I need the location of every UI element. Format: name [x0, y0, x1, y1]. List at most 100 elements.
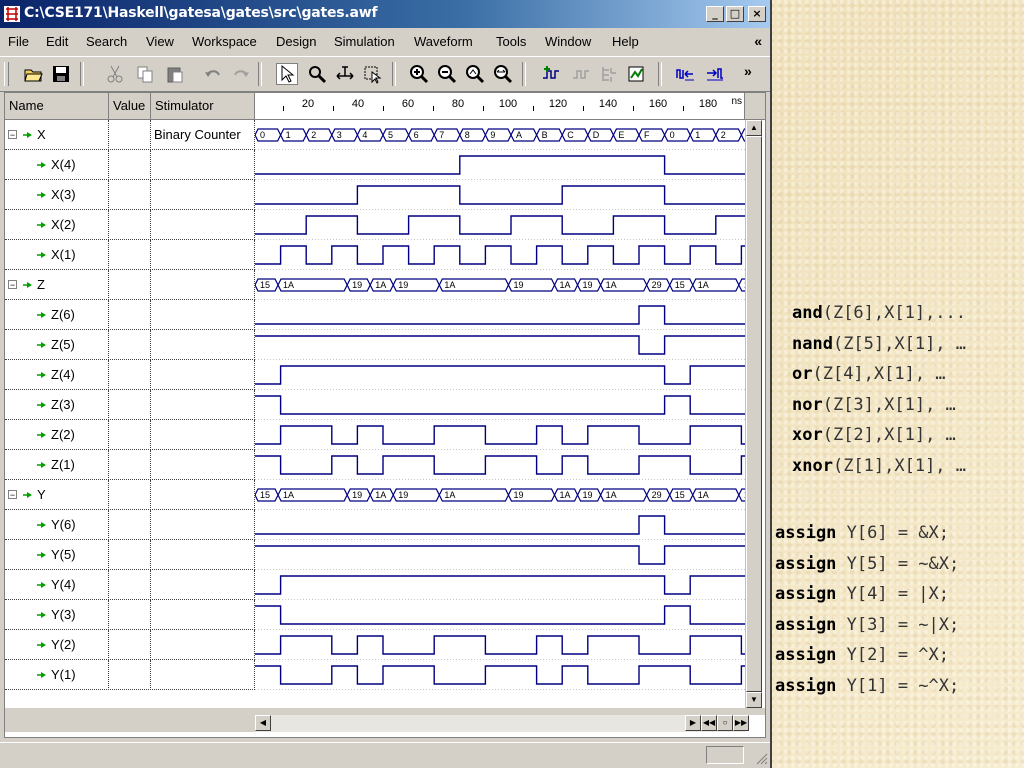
resize-grip-icon[interactable] [754, 751, 768, 765]
signal-row[interactable]: − Y [5, 480, 255, 510]
signal-name-cell[interactable]: Z(1) [5, 450, 109, 480]
signal-stimulator-cell[interactable] [151, 210, 255, 240]
collapse-icon[interactable]: − [8, 280, 17, 290]
zoom-in-icon[interactable] [408, 63, 430, 85]
signal-name-cell[interactable]: Y(4) [5, 570, 109, 600]
menu-waveform[interactable]: Waveform [414, 34, 473, 49]
scroll-thumb[interactable] [746, 136, 762, 692]
paste-icon[interactable] [164, 63, 186, 85]
go-start-button[interactable]: ◀◀ [701, 715, 717, 731]
signal-name-cell[interactable]: Y(3) [5, 600, 109, 630]
hierarchy-icon[interactable] [598, 63, 620, 85]
close-button[interactable]: × [748, 6, 766, 22]
run-until-icon[interactable] [704, 63, 726, 85]
signal-row[interactable]: − X Binary Counter [5, 120, 255, 150]
undo-icon[interactable] [202, 63, 224, 85]
zoom-out-icon[interactable] [436, 63, 458, 85]
signal-row[interactable]: Z(5) [5, 330, 255, 360]
go-cursor-button[interactable]: ○ [717, 715, 733, 731]
copy-icon[interactable] [134, 63, 156, 85]
toolbar-grip[interactable] [4, 62, 9, 86]
signal-row[interactable]: X(2) [5, 210, 255, 240]
signal-stimulator-cell[interactable] [151, 390, 255, 420]
menu-help[interactable]: Help [612, 34, 639, 49]
signal-row[interactable]: Y(4) [5, 570, 255, 600]
menu-edit[interactable]: Edit [46, 34, 68, 49]
signal-row[interactable]: Y(2) [5, 630, 255, 660]
signal-name-cell[interactable]: Z(3) [5, 390, 109, 420]
signal-stimulator-cell[interactable] [151, 510, 255, 540]
name-column-header[interactable]: Name [5, 93, 109, 119]
signal-stimulator-cell[interactable] [151, 570, 255, 600]
signal-name-cell[interactable]: X(1) [5, 240, 109, 270]
scroll-left-button[interactable]: ◀ [255, 715, 271, 731]
add-signal-icon[interactable] [540, 63, 562, 85]
signal-name-cell[interactable]: X(4) [5, 150, 109, 180]
horizontal-scrollbar[interactable]: ◀ [255, 715, 745, 732]
measure-icon[interactable] [334, 63, 356, 85]
value-column-header[interactable]: Value [109, 93, 151, 119]
zoom-range-icon[interactable] [492, 63, 514, 85]
signal-name-cell[interactable]: Y(2) [5, 630, 109, 660]
signal-stimulator-cell[interactable] [151, 660, 255, 690]
signal-name-cell[interactable]: − Z [5, 270, 109, 300]
redo-icon[interactable] [230, 63, 252, 85]
menu-file[interactable]: File [8, 34, 29, 49]
signal-name-cell[interactable]: X(3) [5, 180, 109, 210]
menu-view[interactable]: View [146, 34, 174, 49]
signal-name-cell[interactable]: Z(6) [5, 300, 109, 330]
signal-row[interactable]: Z(6) [5, 300, 255, 330]
signal-row[interactable]: X(4) [5, 150, 255, 180]
select-range-icon[interactable] [362, 63, 384, 85]
vertical-scrollbar[interactable]: ▲ ▼ [745, 120, 762, 708]
zoom-fit-icon[interactable] [464, 63, 486, 85]
signal-row[interactable]: Z(4) [5, 360, 255, 390]
menu-window[interactable]: Window [545, 34, 591, 49]
signal-name-cell[interactable]: X(2) [5, 210, 109, 240]
open-folder-icon[interactable] [22, 63, 44, 85]
stimulator-icon[interactable] [674, 63, 696, 85]
signal-stimulator-cell[interactable] [151, 630, 255, 660]
stimulator-column-header[interactable]: Stimulator [151, 93, 255, 119]
signal-row[interactable]: Y(3) [5, 600, 255, 630]
signal-stimulator-cell[interactable] [151, 540, 255, 570]
menu-search[interactable]: Search [86, 34, 127, 49]
signal-stimulator-cell[interactable] [151, 480, 255, 510]
signal-stimulator-cell[interactable] [151, 300, 255, 330]
signal-stimulator-cell[interactable]: Binary Counter [151, 120, 255, 150]
signal-stimulator-cell[interactable] [151, 450, 255, 480]
time-ruler[interactable]: 20 40 60 80 100 120 140 160 180 ns [255, 93, 745, 119]
signal-row[interactable]: Z(2) [5, 420, 255, 450]
signal-name-cell[interactable]: − X [5, 120, 109, 150]
signal-stimulator-cell[interactable] [151, 270, 255, 300]
zoom-icon[interactable] [306, 63, 328, 85]
go-end-button[interactable]: ▶▶ [733, 715, 749, 731]
signal-row[interactable]: Z(3) [5, 390, 255, 420]
select-pointer-icon[interactable] [276, 63, 298, 85]
signal-row[interactable]: Y(5) [5, 540, 255, 570]
collapse-icon[interactable]: − [8, 130, 17, 140]
title-bar[interactable]: C:\CSE171\Haskell\gatesa\gates\src\gates… [0, 0, 770, 28]
edit-signal-icon[interactable] [570, 63, 592, 85]
signal-row[interactable]: Z(1) [5, 450, 255, 480]
scroll-down-button[interactable]: ▼ [746, 692, 762, 708]
signal-row[interactable]: X(3) [5, 180, 255, 210]
minimize-button[interactable]: _ [706, 6, 724, 22]
signal-stimulator-cell[interactable] [151, 600, 255, 630]
menu-simulation[interactable]: Simulation [334, 34, 395, 49]
signal-row[interactable]: Y(6) [5, 510, 255, 540]
menu-chevron-icon[interactable]: « [754, 33, 762, 49]
signal-name-cell[interactable]: Z(4) [5, 360, 109, 390]
signal-name-cell[interactable]: Y(6) [5, 510, 109, 540]
save-icon[interactable] [50, 63, 72, 85]
menu-design[interactable]: Design [276, 34, 316, 49]
signal-stimulator-cell[interactable] [151, 420, 255, 450]
collapse-icon[interactable]: − [8, 490, 17, 500]
compare-icon[interactable] [626, 63, 648, 85]
signal-name-cell[interactable]: Y(1) [5, 660, 109, 690]
toolbar-overflow-icon[interactable]: » [744, 63, 752, 79]
scroll-track[interactable] [271, 715, 681, 731]
signal-name-cell[interactable]: Y(5) [5, 540, 109, 570]
cut-icon[interactable] [104, 63, 126, 85]
signal-name-cell[interactable]: − Y [5, 480, 109, 510]
